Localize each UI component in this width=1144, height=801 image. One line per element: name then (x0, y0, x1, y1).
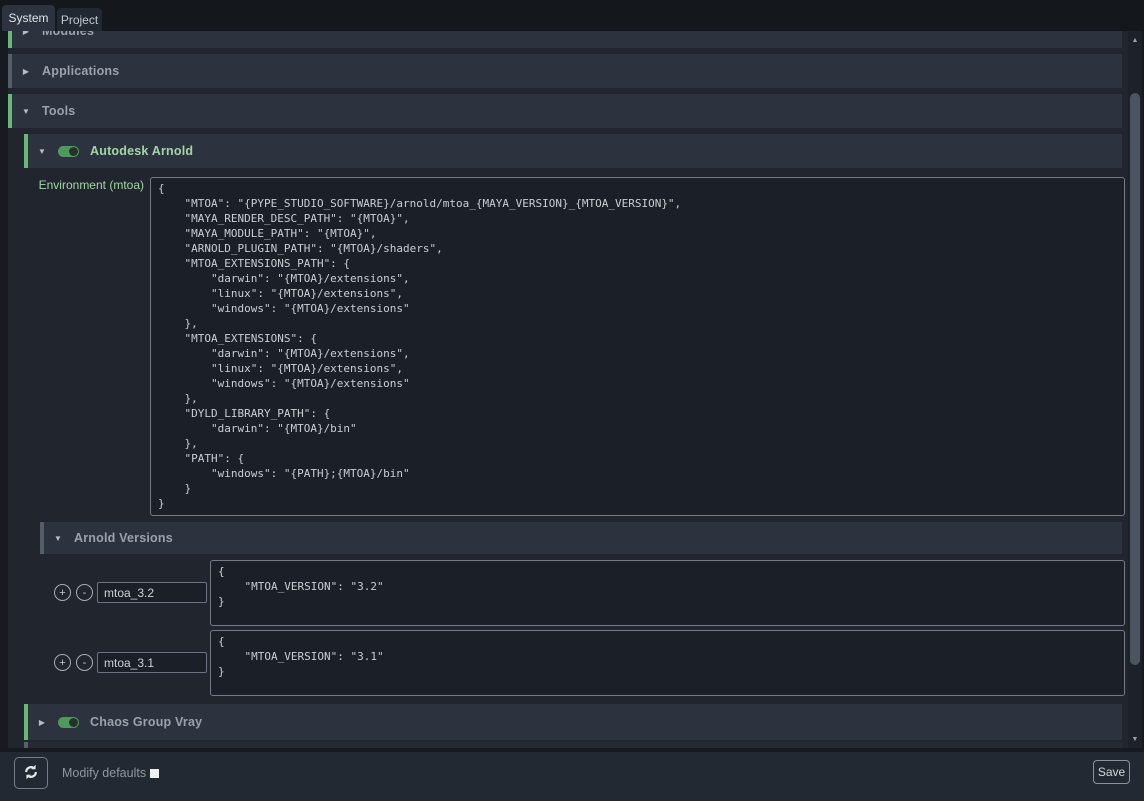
remove-version-button[interactable]: - (76, 654, 93, 671)
save-button[interactable]: Save (1093, 760, 1130, 784)
section-header-arnold-versions[interactable]: ▼ Arnold Versions (40, 522, 1122, 554)
scrollbar-thumb[interactable] (1130, 93, 1140, 665)
chevron-down-icon: ▼ (37, 147, 47, 156)
refresh-icon (22, 763, 40, 784)
section-label: Applications (42, 64, 119, 78)
section-header-chaos-group-vray[interactable]: ▶ Chaos Group Vray (24, 704, 1122, 740)
add-version-button[interactable]: + (54, 584, 71, 601)
scroll-down-arrow-icon[interactable]: ▼ (1128, 732, 1142, 746)
settings-window: System Project ▶ Modules ▶ Applications … (0, 0, 1144, 801)
scroll-up-arrow-icon[interactable]: ▲ (1128, 33, 1142, 47)
section-header-applications[interactable]: ▶ Applications (8, 54, 1122, 88)
section-label: Arnold Versions (74, 531, 173, 545)
version-json-textarea[interactable]: { "MTOA_VERSION": "3.2" } (210, 560, 1125, 626)
tab-system[interactable]: System (2, 5, 55, 31)
next-section-clipped (24, 742, 1122, 748)
vray-enabled-toggle[interactable] (58, 717, 79, 728)
chevron-right-icon: ▶ (37, 718, 47, 727)
section-label: Autodesk Arnold (90, 144, 193, 158)
version-key-input[interactable] (97, 582, 207, 603)
settings-scroll-area: ▶ Modules ▶ Applications ▼ Tools ▼ Autod… (0, 31, 1128, 748)
arnold-enabled-toggle[interactable] (58, 146, 79, 157)
modify-defaults-label: Modify defaults (62, 766, 146, 780)
vertical-scrollbar[interactable]: ▲ ▼ (1128, 31, 1142, 748)
section-header-autodesk-arnold[interactable]: ▼ Autodesk Arnold (24, 134, 1122, 168)
remove-version-button[interactable]: - (76, 584, 93, 601)
environment-json-textarea[interactable]: { "MTOA": "{PYPE_STUDIO_SOFTWARE}/arnold… (150, 177, 1125, 516)
section-label: Chaos Group Vray (90, 715, 202, 729)
section-label: Modules (42, 31, 94, 38)
chevron-down-icon: ▼ (21, 107, 31, 116)
chevron-down-icon: ▼ (53, 534, 63, 543)
section-modules-clipped: ▶ Modules (8, 31, 1122, 48)
tab-bar: System Project (0, 0, 1144, 31)
version-json-textarea[interactable]: { "MTOA_VERSION": "3.1" } (210, 630, 1125, 696)
left-margin (0, 31, 8, 748)
footer-bar: Modify defaults Save (0, 752, 1144, 801)
chevron-right-icon: ▶ (21, 67, 31, 76)
version-key-input[interactable] (97, 652, 207, 673)
section-header-tools[interactable]: ▼ Tools (8, 94, 1122, 128)
environment-mtoa-label: Environment (mtoa) (10, 178, 144, 192)
section-label: Tools (42, 104, 75, 118)
refresh-button[interactable] (14, 757, 48, 789)
tab-project[interactable]: Project (57, 8, 102, 31)
add-version-button[interactable]: + (54, 654, 71, 671)
chevron-right-icon: ▶ (21, 31, 31, 36)
section-header-modules[interactable]: ▶ Modules (8, 31, 1122, 48)
modify-defaults-checkbox[interactable] (150, 769, 159, 778)
